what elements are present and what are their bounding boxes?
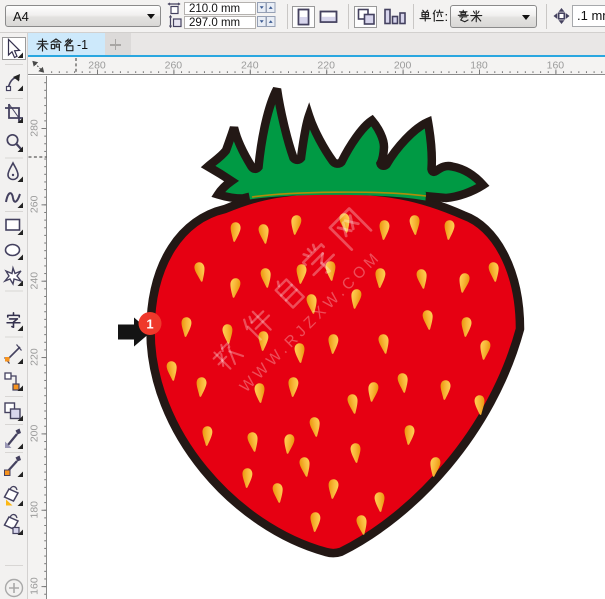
svg-text:200: 200 — [394, 60, 412, 72]
svg-text:200: 200 — [29, 424, 41, 442]
svg-text:220: 220 — [29, 348, 41, 366]
svg-text:180: 180 — [470, 60, 488, 72]
svg-text:240: 240 — [29, 272, 41, 290]
svg-text:240: 240 — [241, 60, 259, 72]
svg-text:280: 280 — [29, 119, 41, 137]
svg-text:160: 160 — [29, 577, 41, 595]
svg-text:260: 260 — [29, 195, 41, 213]
svg-text:280: 280 — [88, 60, 106, 72]
svg-text:180: 180 — [29, 501, 41, 519]
svg-text:220: 220 — [317, 60, 335, 72]
svg-text:260: 260 — [165, 60, 183, 72]
svg-text:1: 1 — [146, 317, 153, 332]
svg-text:160: 160 — [547, 60, 565, 72]
